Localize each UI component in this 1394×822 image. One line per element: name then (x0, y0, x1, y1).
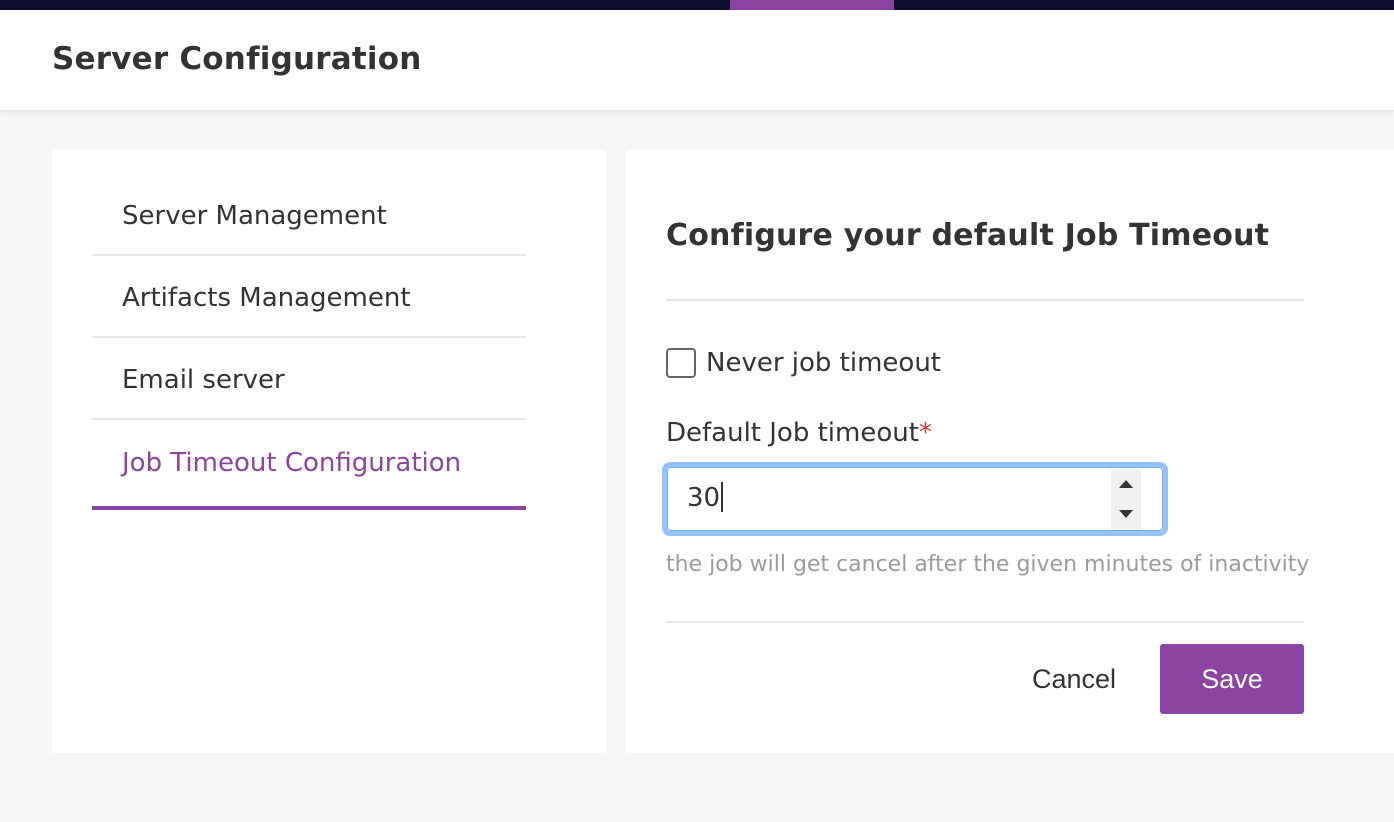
sidebar-item-label: Job Timeout Configuration (122, 448, 462, 478)
sidebar-item-artifacts-management[interactable]: Artifacts Management (92, 256, 526, 338)
section-divider (666, 299, 1304, 301)
number-stepper[interactable] (1111, 469, 1141, 529)
active-tab-indicator (730, 0, 894, 10)
page-header: Server Configuration (0, 10, 1394, 110)
never-timeout-checkbox[interactable] (666, 348, 696, 378)
cancel-button[interactable]: Cancel (1006, 644, 1142, 714)
never-timeout-option[interactable]: Never job timeout (666, 346, 941, 380)
timeout-value-text: 30 (687, 483, 721, 513)
sidebar-item-job-timeout-configuration[interactable]: Job Timeout Configuration (92, 420, 526, 510)
sidebar-item-label: Artifacts Management (122, 283, 411, 313)
timeout-input-value[interactable]: 30 (687, 481, 724, 513)
required-asterisk: * (918, 418, 932, 448)
sidebar-item-email-server[interactable]: Email server (92, 338, 526, 420)
top-navigation-strip (0, 0, 1394, 10)
page-title: Server Configuration (52, 41, 422, 77)
sidebar-item-label: Server Management (122, 201, 387, 231)
triangle-up-icon (1119, 480, 1133, 488)
settings-sidebar: Server Management Artifacts Management E… (52, 150, 606, 753)
text-caret (721, 481, 724, 512)
sidebar-item-server-management[interactable]: Server Management (92, 174, 526, 256)
timeout-number-input[interactable]: 30 (662, 462, 1168, 536)
sidebar-item-label: Email server (122, 365, 285, 395)
stepper-decrement-button[interactable] (1111, 499, 1141, 529)
save-button[interactable]: Save (1160, 644, 1304, 714)
never-timeout-label: Never job timeout (706, 348, 942, 378)
sidebar-menu: Server Management Artifacts Management E… (92, 174, 526, 510)
timeout-help-text: the job will get cancel after the given … (666, 552, 1310, 577)
input-inner-border (667, 467, 1163, 531)
actions-divider (666, 621, 1304, 623)
job-timeout-panel: Configure your default Job Timeout Never… (626, 150, 1394, 753)
timeout-field-label-text: Default Job timeout (666, 418, 919, 448)
triangle-down-icon (1119, 510, 1133, 518)
stepper-increment-button[interactable] (1111, 469, 1141, 499)
section-title: Configure your default Job Timeout (666, 218, 1270, 253)
timeout-field-label: Default Job timeout* (666, 418, 932, 448)
